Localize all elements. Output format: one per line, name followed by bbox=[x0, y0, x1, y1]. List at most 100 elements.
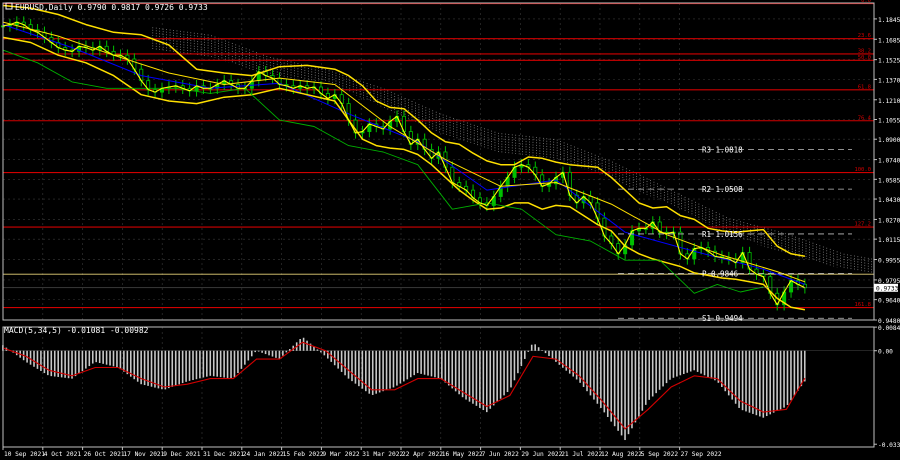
trading-chart[interactable]: 0.0 23.6 38.250.0 61.8 76.4 100.0 127.2 161.8 R… bbox=[0, 0, 900, 460]
macd-bar bbox=[71, 350, 73, 379]
macd-bar bbox=[416, 350, 419, 374]
macd-bar bbox=[244, 350, 246, 365]
macd-bar bbox=[240, 350, 243, 369]
macd-bar bbox=[696, 350, 699, 372]
macd-bar bbox=[644, 350, 647, 405]
macd-bar bbox=[157, 350, 160, 389]
fib-level-label: 161.8 bbox=[854, 302, 871, 308]
macd-bar bbox=[102, 350, 104, 364]
macd-bar bbox=[676, 350, 678, 377]
macd-bar bbox=[29, 350, 32, 365]
macd-bar bbox=[275, 350, 277, 358]
macd-bar bbox=[430, 350, 433, 377]
macd-bar bbox=[627, 350, 630, 435]
fib-level-label: 0.0 bbox=[861, 0, 871, 4]
macd-bar bbox=[403, 350, 405, 382]
macd-bar bbox=[396, 350, 398, 386]
macd-bar bbox=[648, 350, 651, 400]
pivot-label: R1 1.0156 bbox=[702, 230, 743, 239]
macd-tick-label: 0.00 bbox=[878, 349, 893, 356]
macd-bar bbox=[662, 350, 664, 387]
pivot-label: P 0.9846 bbox=[702, 269, 739, 278]
price-tick-label: 1.0740 bbox=[878, 158, 900, 165]
macd-bar bbox=[544, 350, 547, 354]
date-tick-label: 26 Oct 2021 bbox=[84, 451, 125, 458]
date-tick-label: 24 Jan 2022 bbox=[243, 451, 284, 458]
macd-bar bbox=[423, 350, 426, 375]
macd-bar bbox=[669, 350, 671, 380]
macd-bar bbox=[658, 350, 661, 390]
macd-bar bbox=[555, 350, 557, 362]
macd-bar bbox=[78, 350, 80, 374]
macd-bar bbox=[427, 350, 429, 376]
macd-bar bbox=[444, 350, 447, 383]
macd-bar bbox=[638, 350, 640, 417]
price-panel-title: EURUSD,Daily 0.9790 0.9817 0.9726 0.9733 bbox=[5, 2, 208, 12]
macd-bar bbox=[759, 350, 761, 417]
macd-bar bbox=[195, 350, 198, 380]
fib-level-label: 100.0 bbox=[854, 167, 871, 173]
date-tick-label: 12 Aug 2022 bbox=[601, 451, 642, 458]
macd-bar bbox=[793, 350, 796, 396]
macd-bar bbox=[226, 350, 229, 378]
macd-bar bbox=[389, 350, 391, 389]
macd-bar bbox=[257, 350, 260, 352]
macd-bar bbox=[707, 350, 709, 377]
macd-bar bbox=[489, 350, 492, 409]
macd-bar bbox=[282, 350, 284, 356]
macd-bar bbox=[631, 350, 633, 429]
macd-bar bbox=[268, 350, 270, 356]
macd-bar bbox=[185, 350, 187, 382]
macd-bar bbox=[320, 350, 322, 353]
macd-bar bbox=[703, 350, 706, 376]
macd-bar bbox=[344, 350, 346, 376]
date-tick-label: 15 Feb 2022 bbox=[283, 451, 324, 458]
macd-bar bbox=[375, 350, 377, 394]
macd-bar bbox=[306, 340, 308, 351]
macd-bar bbox=[534, 344, 536, 351]
macd-bar bbox=[109, 350, 111, 366]
macd-bar bbox=[530, 344, 533, 351]
price-tick-label: 1.0115 bbox=[878, 237, 900, 244]
macd-bar bbox=[206, 350, 208, 377]
macd-bar bbox=[316, 349, 319, 351]
macd-bar bbox=[378, 350, 381, 393]
macd-bar bbox=[568, 350, 571, 374]
macd-bar bbox=[261, 350, 263, 353]
macd-bar bbox=[112, 350, 115, 367]
macd-bar bbox=[302, 337, 305, 351]
fib-level-label: 38.2 bbox=[858, 48, 871, 54]
macd-bar bbox=[164, 350, 167, 390]
macd-bar bbox=[150, 350, 153, 387]
macd-bar bbox=[371, 350, 374, 395]
date-tick-label: 17 Nov 2021 bbox=[123, 451, 164, 458]
macd-bar bbox=[385, 350, 388, 390]
macd-bar bbox=[558, 350, 561, 365]
macd-bar bbox=[351, 350, 353, 382]
macd-bar bbox=[520, 350, 523, 367]
price-tick-label: 0.9640 bbox=[878, 298, 900, 305]
macd-bar bbox=[174, 350, 177, 386]
price-tick-label: 1.0430 bbox=[878, 197, 900, 204]
price-tick-label: 1.1210 bbox=[878, 98, 900, 105]
macd-bar bbox=[492, 350, 495, 406]
macd-bar bbox=[36, 350, 39, 369]
macd-bar bbox=[672, 350, 675, 378]
macd-bar bbox=[288, 349, 291, 351]
date-tick-label: 22 Apr 2022 bbox=[402, 451, 443, 458]
macd-bar bbox=[693, 350, 695, 371]
macd-bar bbox=[264, 350, 267, 355]
fib-level-label: 50.0 bbox=[858, 55, 871, 61]
macd-bar bbox=[441, 350, 443, 380]
macd-bar bbox=[202, 350, 205, 378]
macd-bar bbox=[219, 350, 222, 378]
macd-bar bbox=[40, 350, 42, 371]
macd-bar bbox=[700, 350, 702, 374]
macd-bar bbox=[337, 350, 339, 369]
macd-bar bbox=[237, 350, 239, 374]
macd-bar bbox=[651, 350, 654, 397]
fib-level-label: 127.2 bbox=[854, 222, 871, 228]
price-tick-label: 1.1370 bbox=[878, 77, 900, 84]
macd-bar bbox=[717, 350, 720, 383]
macd-tick-label: -0.0335 bbox=[878, 442, 900, 449]
